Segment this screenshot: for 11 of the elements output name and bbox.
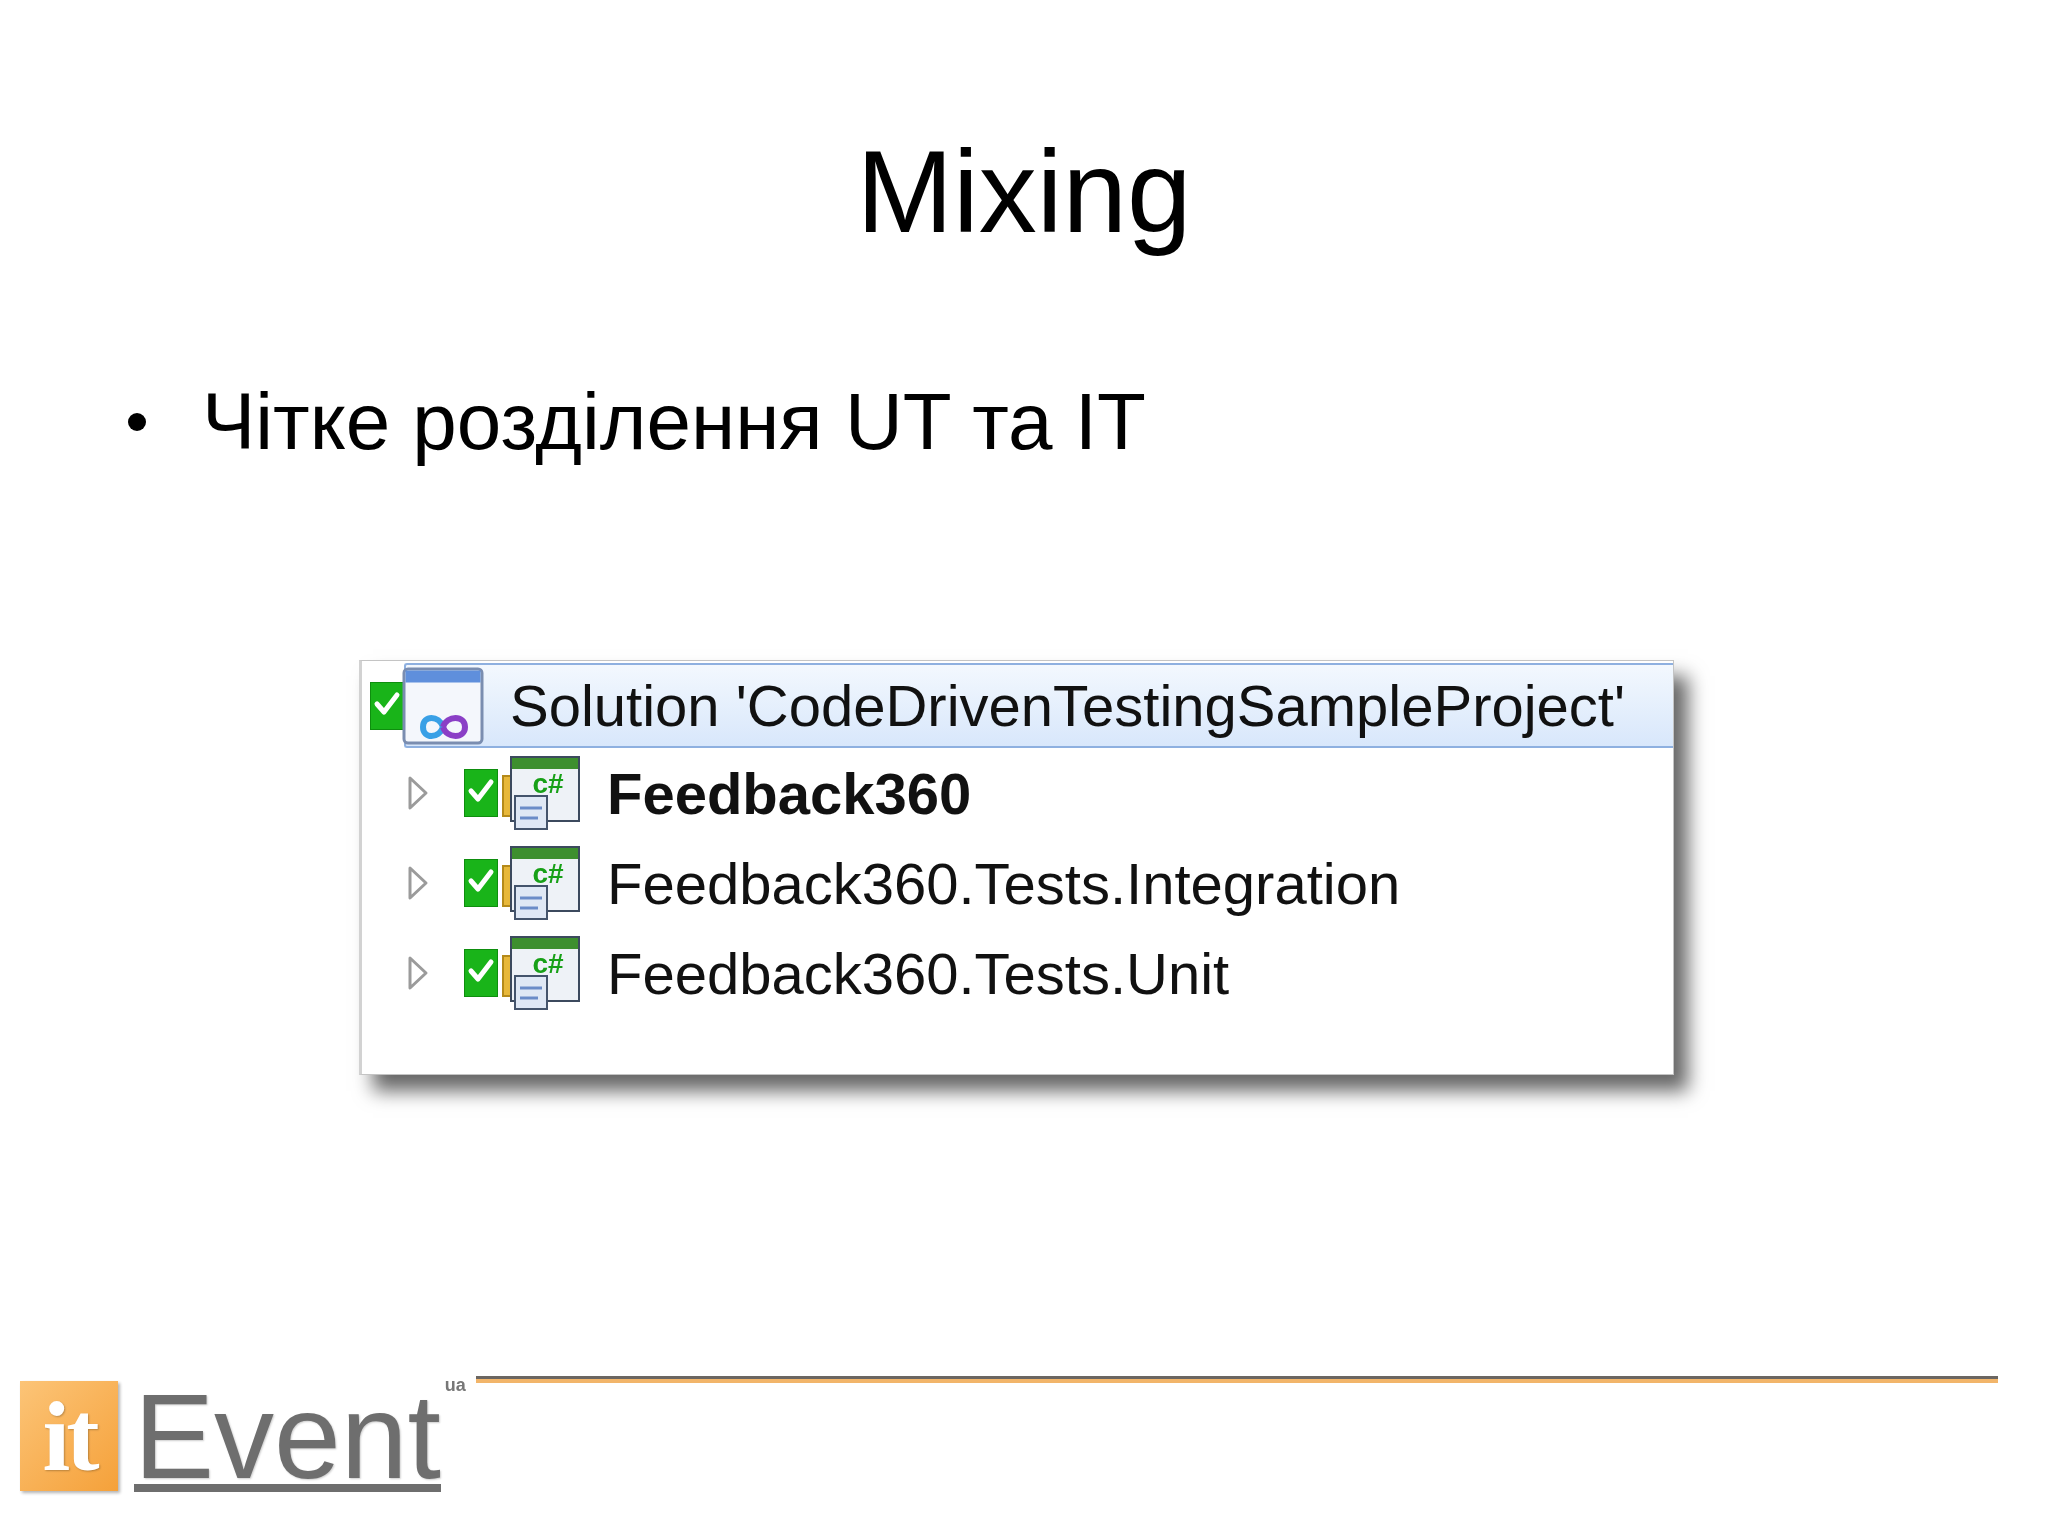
tree-item[interactable]: c# Feedback360 [502,756,972,831]
tree-item[interactable]: c# Feedback360.Tests.Integration [502,846,1401,921]
bullet-icon [128,413,146,432]
window-infinity-icon [402,666,484,745]
slide-title: Mixing [856,126,1192,259]
logo-wordmark: Event [134,1388,441,1492]
logo-badge: it [20,1381,118,1491]
bullet-text: Чітке розділення UT та IT [202,376,1146,469]
logo-suffix: ua [444,1376,466,1394]
tree-item[interactable]: Solution 'CodeDrivenTestingSampleProject' [404,663,1673,749]
tree-item[interactable]: c# Feedback360.Tests.Unit [502,936,1230,1011]
